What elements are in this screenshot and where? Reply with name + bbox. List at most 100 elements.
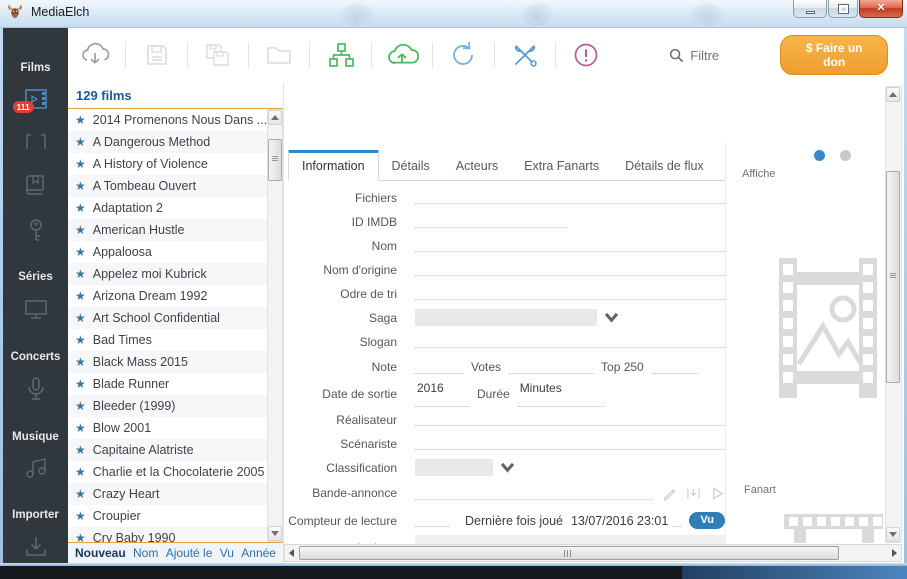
scrollbar-thumb[interactable] bbox=[299, 546, 839, 560]
chevron-down-icon[interactable] bbox=[500, 462, 515, 473]
filter-input[interactable] bbox=[690, 47, 781, 63]
film-list-item[interactable]: ★ Croupier bbox=[68, 505, 267, 527]
film-list-item[interactable]: ★ Black Mass 2015 bbox=[68, 351, 267, 373]
close-button[interactable]: ✕ bbox=[859, 0, 903, 18]
tab-details[interactable]: Détails bbox=[379, 153, 443, 180]
sidebar-item-unlock[interactable] bbox=[24, 217, 48, 245]
scraper-download-button[interactable] bbox=[68, 40, 122, 70]
form-row-realisateur: Réalisateur bbox=[285, 408, 725, 431]
sidebar-item-certifications[interactable] bbox=[23, 173, 49, 197]
sidebar-section-musique[interactable]: Musique bbox=[12, 431, 59, 443]
vu-toggle-button[interactable]: Vu bbox=[689, 512, 725, 529]
download-trailer-icon[interactable] bbox=[686, 486, 701, 501]
main-vertical-scrollbar[interactable] bbox=[885, 86, 902, 543]
toolbar: $ Faire un don bbox=[68, 28, 904, 82]
film-list-item[interactable]: ★ Bleeder (1999) bbox=[68, 395, 267, 417]
chevron-down-icon[interactable] bbox=[604, 312, 619, 323]
sidebar-item-concerts[interactable] bbox=[24, 375, 48, 403]
film-list-item[interactable]: ★ Bad Times bbox=[68, 329, 267, 351]
sidebar-item-films[interactable]: 111 bbox=[12, 87, 49, 113]
film-list-item[interactable]: ★ Blow 2001 bbox=[68, 417, 267, 439]
play-icon[interactable] bbox=[710, 486, 725, 501]
tab-information[interactable]: Information bbox=[288, 150, 379, 181]
scroll-left-arrow[interactable] bbox=[285, 546, 298, 560]
scroll-up-arrow[interactable] bbox=[886, 87, 900, 102]
ordre-tri-field[interactable] bbox=[415, 287, 725, 300]
sidebar-item-musique[interactable] bbox=[23, 455, 49, 481]
film-list-item[interactable]: ★ 2014 Promenons Nous Dans ... bbox=[68, 109, 267, 131]
top250-field[interactable] bbox=[651, 361, 698, 374]
film-list-item[interactable]: ★ Art School Confidential bbox=[68, 307, 267, 329]
main-horizontal-scrollbar[interactable] bbox=[284, 544, 902, 562]
scroll-up-arrow[interactable] bbox=[268, 110, 282, 125]
film-list-item[interactable]: ★ Charlie et la Chocolaterie 2005 bbox=[68, 461, 267, 483]
sidebar-item-series[interactable] bbox=[22, 297, 50, 321]
open-folder-button[interactable] bbox=[252, 42, 306, 68]
poster-placeholder-image[interactable] bbox=[771, 258, 883, 398]
tab-details-flux[interactable]: Détails de flux bbox=[612, 153, 717, 180]
toolbar-separator bbox=[125, 42, 127, 68]
film-list-item[interactable]: ★ Crazy Heart bbox=[68, 483, 267, 505]
film-list-item[interactable]: ★ American Hustle bbox=[68, 219, 267, 241]
film-list-scrollbar[interactable] bbox=[267, 109, 283, 542]
minimize-button[interactable] bbox=[793, 0, 827, 18]
film-list-item[interactable]: ★ Cry Baby 1990 bbox=[68, 527, 267, 542]
film-list-item[interactable]: ★ Arizona Dream 1992 bbox=[68, 285, 267, 307]
sidebar-item-genres[interactable] bbox=[23, 131, 49, 153]
sort-option[interactable]: Ajouté le bbox=[166, 546, 213, 560]
cloud-upload-button[interactable] bbox=[375, 40, 429, 70]
votes-field[interactable] bbox=[509, 361, 594, 374]
sidebar-item-importer[interactable] bbox=[23, 533, 49, 559]
maximize-button[interactable] bbox=[828, 0, 858, 18]
sidebar-section-films[interactable]: Films bbox=[20, 62, 50, 74]
tab-extra-fanarts[interactable]: Extra Fanarts bbox=[511, 153, 612, 180]
film-list-item[interactable]: ★ Capitaine Alatriste bbox=[68, 439, 267, 461]
scrollbar-thumb[interactable] bbox=[268, 139, 282, 181]
pager-dot-active[interactable] bbox=[814, 150, 825, 161]
pager-dot[interactable] bbox=[840, 150, 851, 161]
edit-pencil-icon[interactable] bbox=[662, 486, 677, 501]
rename-structure-button[interactable] bbox=[313, 41, 367, 69]
save-button[interactable] bbox=[129, 41, 183, 69]
film-list-item[interactable]: ★ Blade Runner bbox=[68, 373, 267, 395]
film-list-item[interactable]: ★ Adaptation 2 bbox=[68, 197, 267, 219]
about-button[interactable] bbox=[559, 41, 613, 69]
donate-button[interactable]: $ Faire un don bbox=[780, 35, 888, 75]
scroll-right-arrow[interactable] bbox=[888, 546, 901, 560]
compteur-field[interactable] bbox=[415, 514, 449, 527]
classification-select[interactable] bbox=[415, 459, 493, 476]
sidebar-section-series[interactable]: Séries bbox=[18, 271, 53, 283]
sidebar-section-concerts[interactable]: Concerts bbox=[11, 351, 61, 363]
save-all-button[interactable] bbox=[191, 41, 245, 69]
film-list-item[interactable]: ★ Appelez moi Kubrick bbox=[68, 263, 267, 285]
date-sortie-value[interactable]: 2016 bbox=[415, 381, 469, 395]
sidebar-section-importer[interactable]: Importer bbox=[12, 509, 59, 521]
duree-suffix[interactable]: Minutes bbox=[518, 381, 604, 395]
derniere-value[interactable]: 13/07/2016 23:01 bbox=[571, 514, 668, 528]
film-list-item[interactable]: ★ A History of Violence bbox=[68, 153, 267, 175]
film-list-item[interactable]: ★ A Dangerous Method bbox=[68, 131, 267, 153]
bande-annonce-field[interactable] bbox=[415, 487, 652, 500]
sort-option[interactable]: Nouveau bbox=[75, 546, 126, 560]
sort-option[interactable]: Année bbox=[241, 546, 276, 560]
slogan-field[interactable] bbox=[415, 335, 725, 348]
nom-origine-field[interactable] bbox=[415, 263, 725, 276]
film-title: Appaloosa bbox=[92, 245, 152, 259]
scroll-down-arrow[interactable] bbox=[268, 526, 282, 541]
imdb-field[interactable] bbox=[415, 215, 567, 228]
sort-option[interactable]: Vu bbox=[220, 546, 234, 560]
nom-field[interactable] bbox=[415, 239, 725, 252]
sort-option[interactable]: Nom bbox=[133, 546, 158, 560]
scroll-down-arrow[interactable] bbox=[886, 527, 900, 542]
settings-button[interactable] bbox=[498, 40, 552, 70]
scrollbar-thumb[interactable] bbox=[886, 171, 900, 383]
refresh-button[interactable] bbox=[436, 40, 490, 70]
note-field[interactable] bbox=[415, 361, 463, 374]
scenariste-field[interactable] bbox=[415, 437, 725, 450]
fanart-placeholder-image[interactable] bbox=[784, 514, 883, 543]
film-list-item[interactable]: ★ Appaloosa bbox=[68, 241, 267, 263]
film-list-item[interactable]: ★ A Tombeau Ouvert bbox=[68, 175, 267, 197]
realisateur-field[interactable] bbox=[415, 413, 725, 426]
saga-select[interactable] bbox=[415, 309, 597, 326]
tab-acteurs[interactable]: Acteurs bbox=[443, 153, 511, 180]
